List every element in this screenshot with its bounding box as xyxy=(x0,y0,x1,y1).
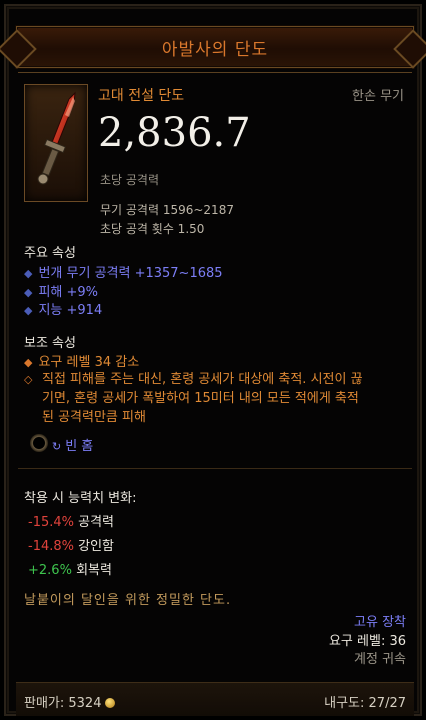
primary-affix: ◆ 피해 +9% xyxy=(24,285,99,300)
item-icon-frame xyxy=(24,84,88,202)
stat-change-row: -14.8% 강인함 xyxy=(28,539,115,554)
flavor-text: 날붙이의 달인을 위한 정밀한 단도. xyxy=(24,593,232,608)
gold-coin-icon xyxy=(105,698,116,708)
item-quality: 고대 전설 단도 xyxy=(98,88,185,104)
dps-value: 2,836.7 xyxy=(98,110,251,156)
item-slot: 한손 무기 xyxy=(352,89,404,104)
empty-socket-label: ↻ 빈 홈 xyxy=(52,439,94,454)
item-tooltip: 아발사의 단도 고대 전설 단도 한손 무기 2,836.7 초당 공격력 무기… xyxy=(4,4,422,716)
durability: 내구도: 27/27 xyxy=(324,696,406,711)
item-name: 아발사의 단도 xyxy=(161,39,269,60)
dps-label: 초당 공격력 xyxy=(100,173,160,187)
sell-value: 판매가: 5324 xyxy=(24,692,116,711)
socket-icon xyxy=(30,434,48,452)
tooltip-footer: 판매가: 5324 내구도: 27/27 xyxy=(16,682,414,716)
dagger-icon xyxy=(37,91,76,185)
stat-change-row: +2.6% 회복력 xyxy=(28,563,112,578)
primary-affix: ◆ 지능 +914 xyxy=(24,303,103,318)
stat-change-header: 착용 시 능력치 변화: xyxy=(24,491,137,506)
divider xyxy=(18,468,412,469)
divider xyxy=(18,72,412,73)
damage-range: 무기 공격력 1596~2187 xyxy=(100,203,234,217)
req-level-reduction: ◆ 요구 레벨 34 감소 xyxy=(24,355,140,370)
primary-header: 주요 속성 xyxy=(24,246,76,261)
account-bound: 계정 귀속 xyxy=(354,652,406,667)
primary-affix: ◆ 번개 무기 공격력 +1357~1685 xyxy=(24,266,223,281)
attack-speed: 초당 공격 횟수 1.50 xyxy=(100,222,205,236)
unique-equip: 고유 장착 xyxy=(354,615,406,630)
secondary-header: 보조 속성 xyxy=(24,336,76,351)
item-title-bar: 아발사의 단도 xyxy=(16,26,414,68)
legendary-power: ◇ 직접 피해를 주는 대신, 혼령 공세가 대상에 축적. 시전이 끊 기면,… xyxy=(24,372,363,425)
stat-change-row: -15.4% 공격력 xyxy=(28,515,115,530)
required-level: 요구 레벨: 36 xyxy=(328,634,406,649)
